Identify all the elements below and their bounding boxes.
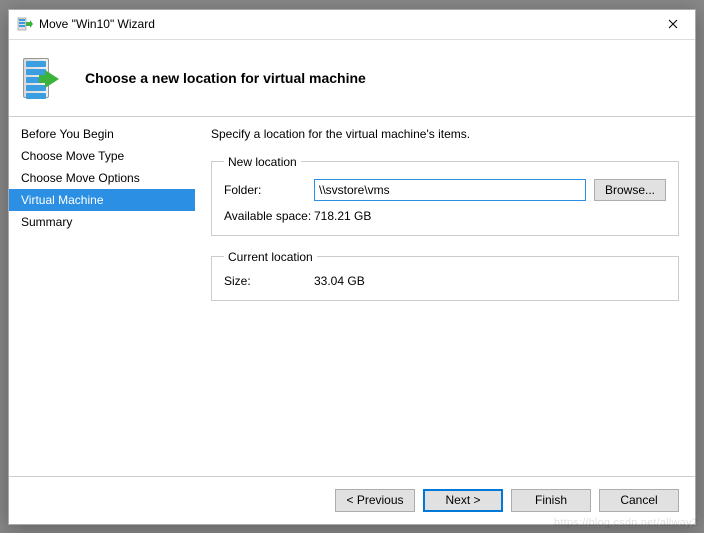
content-description: Specify a location for the virtual machi… (211, 127, 679, 141)
next-button[interactable]: Next > (423, 489, 503, 512)
wizard-content: Specify a location for the virtual machi… (195, 117, 695, 476)
size-label: Size: (224, 274, 314, 288)
move-server-icon (21, 54, 69, 102)
size-value: 33.04 GB (314, 274, 365, 288)
new-location-group: New location Folder: Browse... Available… (211, 155, 679, 236)
step-choose-move-type[interactable]: Choose Move Type (9, 145, 195, 167)
wizard-steps-sidebar: Before You Begin Choose Move Type Choose… (9, 117, 195, 476)
step-summary[interactable]: Summary (9, 211, 195, 233)
page-title: Choose a new location for virtual machin… (85, 70, 366, 86)
step-before-you-begin[interactable]: Before You Begin (9, 123, 195, 145)
finish-button[interactable]: Finish (511, 489, 591, 512)
current-location-legend: Current location (224, 250, 317, 264)
step-choose-move-options[interactable]: Choose Move Options (9, 167, 195, 189)
step-virtual-machine[interactable]: Virtual Machine (9, 189, 195, 211)
cancel-button[interactable]: Cancel (599, 489, 679, 512)
app-icon (17, 16, 33, 32)
close-button[interactable] (650, 9, 695, 39)
window-title: Move "Win10" Wizard (39, 17, 650, 31)
available-space-label: Available space: (224, 209, 314, 223)
previous-button[interactable]: < Previous (335, 489, 415, 512)
new-location-legend: New location (224, 155, 301, 169)
wizard-footer: < Previous Next > Finish Cancel (9, 476, 695, 524)
folder-label: Folder: (224, 183, 314, 197)
folder-input[interactable] (314, 179, 586, 201)
browse-button[interactable]: Browse... (594, 179, 666, 201)
wizard-header: Choose a new location for virtual machin… (9, 40, 695, 116)
available-space-value: 718.21 GB (314, 209, 371, 223)
current-location-group: Current location Size: 33.04 GB (211, 250, 679, 301)
wizard-body: Before You Begin Choose Move Type Choose… (9, 116, 695, 476)
wizard-window: Move "Win10" Wizard Choose a new locatio… (8, 9, 696, 525)
titlebar: Move "Win10" Wizard (9, 10, 695, 40)
